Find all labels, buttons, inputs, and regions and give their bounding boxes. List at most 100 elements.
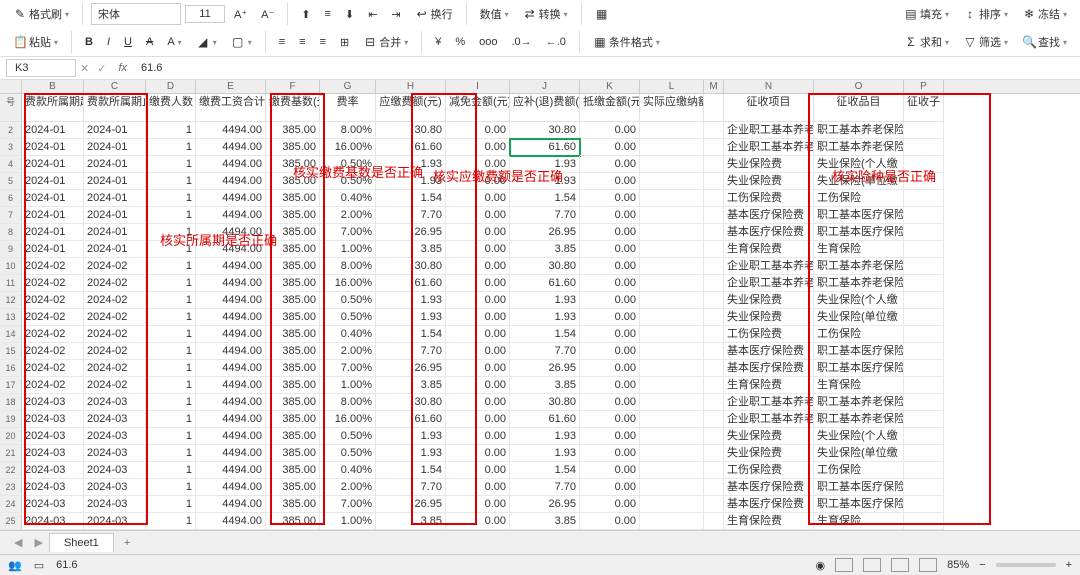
cell[interactable]: 4494.00 <box>196 513 266 530</box>
align-top-button[interactable]: ⬆ <box>296 5 315 24</box>
cell[interactable]: 0.00 <box>446 190 510 207</box>
cell[interactable]: 1 <box>146 343 196 360</box>
col-header[interactable]: G <box>320 80 376 93</box>
cell[interactable]: 失业保险(单位缴 <box>814 173 904 190</box>
find-button[interactable]: 🔍查找▾ <box>1017 31 1072 53</box>
cell[interactable] <box>640 224 704 241</box>
cell[interactable]: 失业保险(个人缴 <box>814 428 904 445</box>
cell[interactable]: 2 <box>0 122 22 139</box>
cell[interactable]: 1 <box>146 156 196 173</box>
header-cell[interactable]: 费率 <box>320 94 376 122</box>
cell[interactable] <box>640 156 704 173</box>
cell[interactable]: 基本医疗保险费 <box>724 343 814 360</box>
cell[interactable] <box>904 190 944 207</box>
cell[interactable]: 1.93 <box>376 292 446 309</box>
cell[interactable]: 385.00 <box>266 207 320 224</box>
cell[interactable]: 0.00 <box>446 513 510 530</box>
cell[interactable]: 7.70 <box>510 207 580 224</box>
cell[interactable]: 0.00 <box>446 309 510 326</box>
cell[interactable]: 385.00 <box>266 326 320 343</box>
cell[interactable]: 3.85 <box>376 513 446 530</box>
font-family-select[interactable]: 宋体 <box>91 3 181 25</box>
cell[interactable]: 2024-01 <box>22 207 84 224</box>
cell[interactable]: 失业保险(个人缴 <box>814 156 904 173</box>
cell[interactable] <box>640 411 704 428</box>
cell[interactable]: 1.00% <box>320 241 376 258</box>
cell[interactable]: 基本医疗保险费 <box>724 360 814 377</box>
cell[interactable]: 2024-03 <box>22 428 84 445</box>
cell[interactable]: 61.60 <box>510 411 580 428</box>
cell[interactable]: 61.60 <box>376 411 446 428</box>
cell[interactable]: 1.00% <box>320 377 376 394</box>
col-header[interactable]: M <box>704 80 724 93</box>
cell[interactable]: 7.70 <box>376 207 446 224</box>
cell[interactable] <box>704 462 724 479</box>
cell[interactable] <box>904 496 944 513</box>
cell[interactable]: 2024-02 <box>84 326 146 343</box>
cell[interactable]: 15 <box>0 343 22 360</box>
cell[interactable]: 0.00 <box>580 496 640 513</box>
view-reader-icon[interactable] <box>919 558 937 572</box>
cell[interactable] <box>904 360 944 377</box>
cell[interactable] <box>904 241 944 258</box>
cell[interactable] <box>904 411 944 428</box>
cell[interactable]: 385.00 <box>266 173 320 190</box>
cell[interactable] <box>704 275 724 292</box>
cell[interactable]: 0.00 <box>446 360 510 377</box>
cell[interactable]: 30.80 <box>510 394 580 411</box>
cell[interactable]: 职工基本养老保险 <box>814 394 904 411</box>
cell[interactable]: 16.00% <box>320 275 376 292</box>
cell[interactable] <box>704 411 724 428</box>
header-cell[interactable]: 应补(退)费额(元) <box>510 94 580 122</box>
cell[interactable]: 工伤保险 <box>814 462 904 479</box>
cell[interactable]: 30.80 <box>376 122 446 139</box>
cell[interactable] <box>640 462 704 479</box>
cell[interactable]: 0.50% <box>320 445 376 462</box>
header-cell[interactable]: 缴费基数(元) <box>266 94 320 122</box>
cell[interactable]: 4494.00 <box>196 479 266 496</box>
cell[interactable]: 0.00 <box>580 258 640 275</box>
cell[interactable]: 1.54 <box>376 190 446 207</box>
cell[interactable] <box>704 513 724 530</box>
cell[interactable]: 385.00 <box>266 394 320 411</box>
cell[interactable]: 2024-01 <box>84 156 146 173</box>
cell[interactable]: 2024-02 <box>22 377 84 394</box>
cell[interactable]: 2024-01 <box>84 241 146 258</box>
cell[interactable] <box>640 360 704 377</box>
cell[interactable]: 工伤保险 <box>814 326 904 343</box>
cell[interactable]: 2024-03 <box>84 411 146 428</box>
col-header[interactable]: D <box>146 80 196 93</box>
col-header[interactable]: K <box>580 80 640 93</box>
cell[interactable]: 职工基本医疗保险 <box>814 343 904 360</box>
col-header[interactable]: C <box>84 80 146 93</box>
cell[interactable]: 4494.00 <box>196 360 266 377</box>
cell[interactable]: 2024-02 <box>84 343 146 360</box>
cell[interactable]: 职工基本养老保险 <box>814 122 904 139</box>
cell[interactable]: 7.70 <box>376 479 446 496</box>
cell[interactable]: 2024-03 <box>22 479 84 496</box>
cell[interactable]: 4494.00 <box>196 462 266 479</box>
cell[interactable]: 20 <box>0 428 22 445</box>
cell[interactable]: 2024-02 <box>84 275 146 292</box>
cell[interactable]: 0.00 <box>446 462 510 479</box>
cell[interactable]: 2024-03 <box>84 445 146 462</box>
cell[interactable]: 4 <box>0 156 22 173</box>
cell[interactable]: 1 <box>146 360 196 377</box>
font-color-button[interactable]: A▾ <box>162 33 186 51</box>
cell[interactable]: 8.00% <box>320 394 376 411</box>
cell[interactable]: 4494.00 <box>196 428 266 445</box>
cell[interactable]: 1 <box>146 207 196 224</box>
cell[interactable]: 0.00 <box>446 479 510 496</box>
bg-color-button[interactable]: ◢▾ <box>191 32 222 52</box>
border-button[interactable]: ▢▾ <box>226 32 257 52</box>
header-cell[interactable]: 征收子 <box>904 94 944 122</box>
cell[interactable] <box>904 309 944 326</box>
align-bottom-button[interactable]: ⬇ <box>340 5 359 24</box>
cell[interactable]: 0.50% <box>320 292 376 309</box>
cell[interactable]: 0.00 <box>580 224 640 241</box>
cell[interactable]: 61.60 <box>510 275 580 292</box>
cell[interactable] <box>704 394 724 411</box>
cell[interactable]: 0.00 <box>580 122 640 139</box>
cell[interactable]: 失业保险费 <box>724 428 814 445</box>
cell[interactable]: 基本医疗保险费 <box>724 224 814 241</box>
